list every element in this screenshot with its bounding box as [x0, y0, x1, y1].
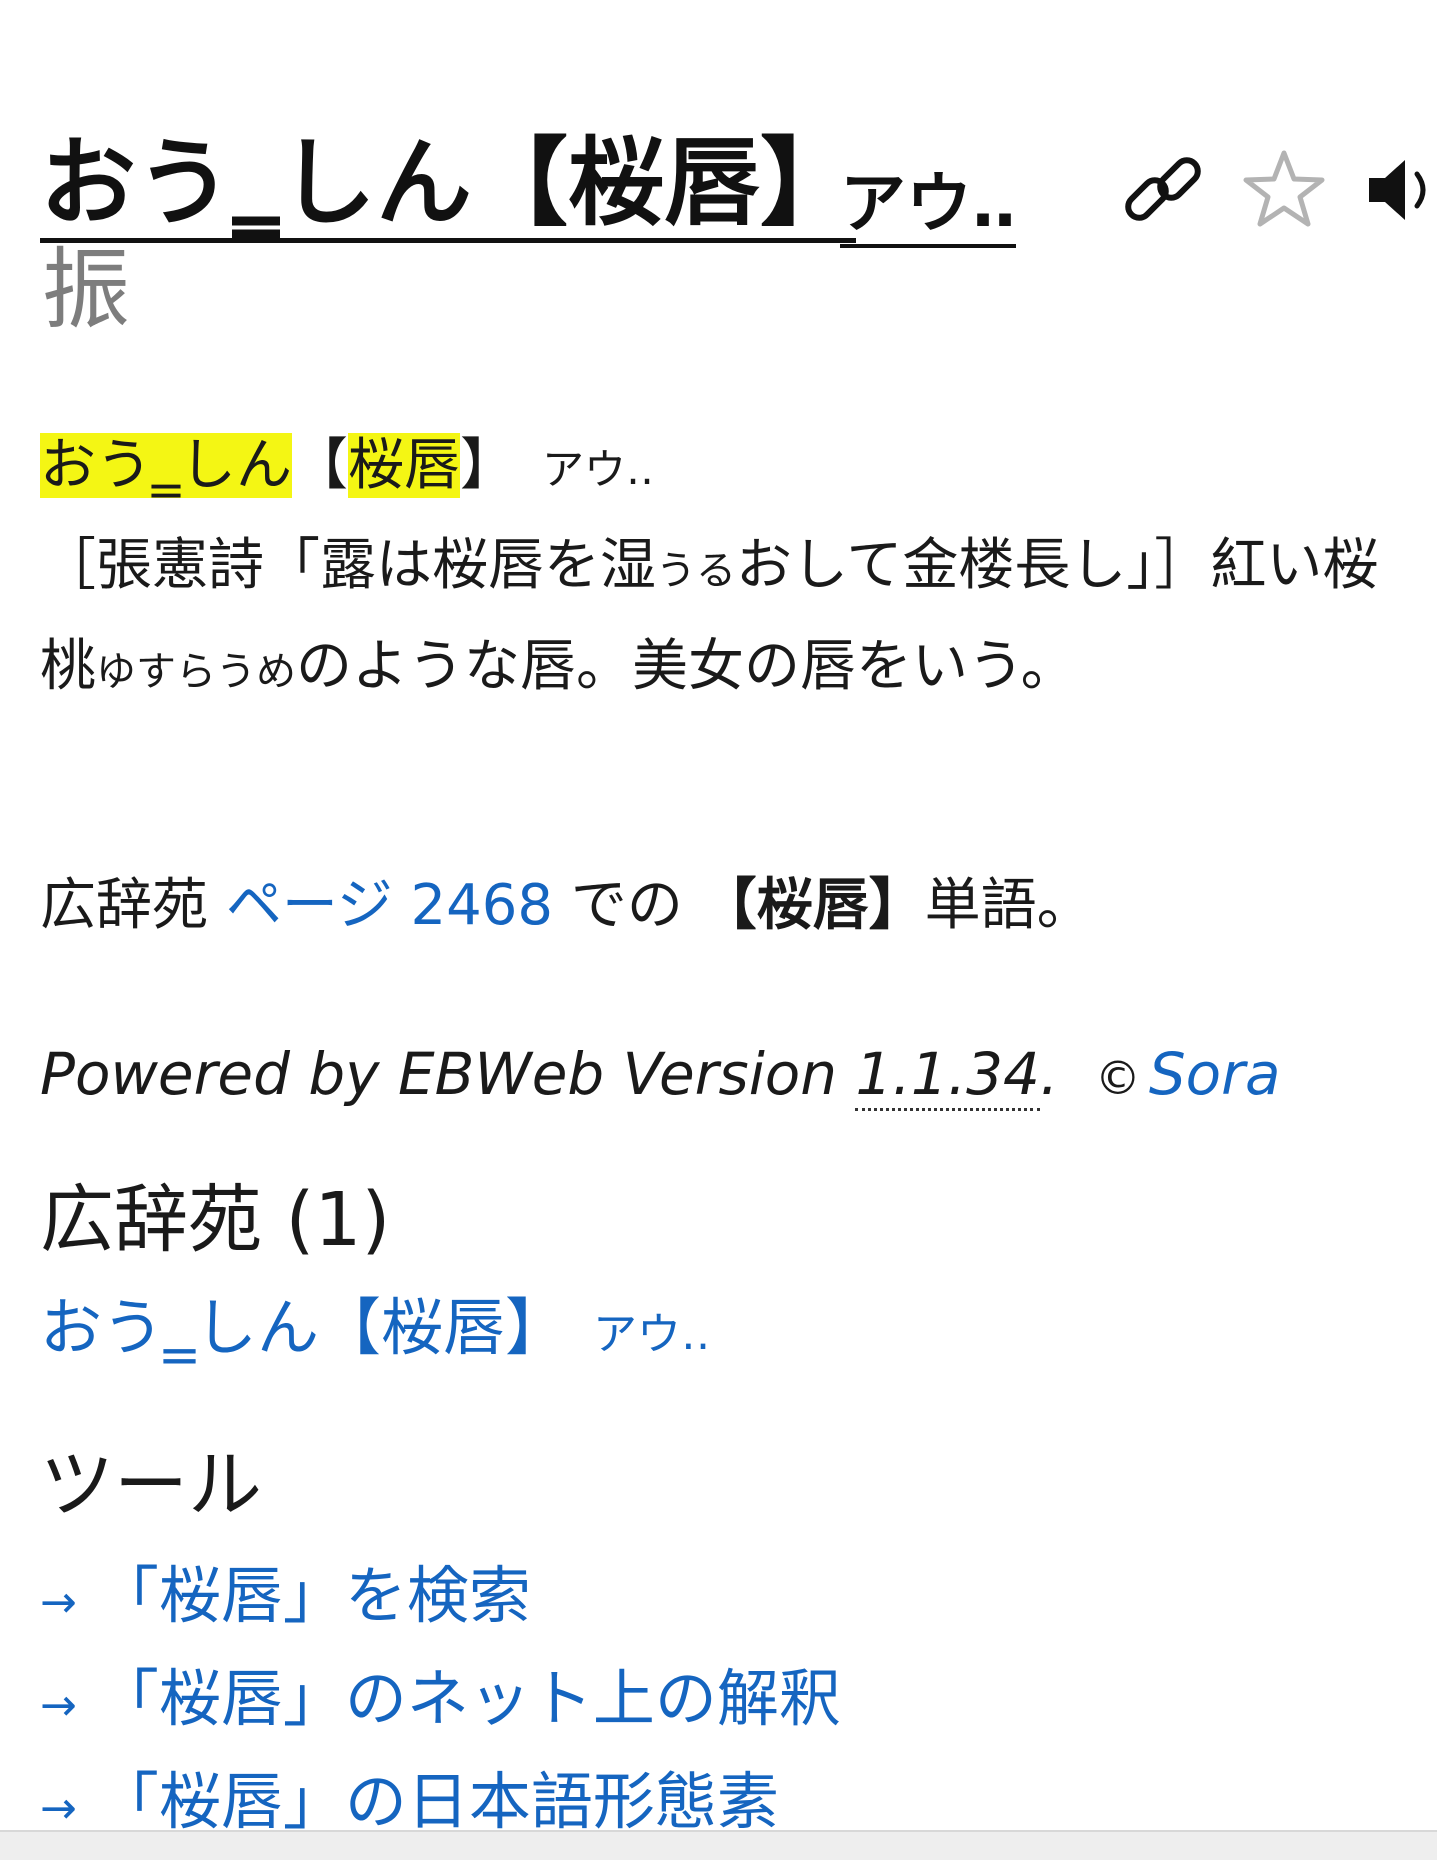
- arrow-right-icon: →: [40, 1577, 77, 1628]
- entry-content: おう‗しん【桜唇】 アウ‥ ［張憲詩「露は桜唇を湿うるおして金楼長し」］紅い桜桃ゆ…: [40, 418, 1400, 720]
- page: おう‗しん【桜唇】 アウ‥ 振 おう‗しん【桜唇】 アウ‥ ［張憲詩「露は桜唇を…: [0, 0, 1437, 1860]
- bottom-bar: [0, 1830, 1437, 1860]
- page-link[interactable]: ページ 2468: [226, 873, 553, 938]
- powered-by: Powered by EBWeb Version 1.1.34. © Sora: [40, 1034, 1281, 1118]
- tools-list: → 「桜唇」を検索 → 「桜唇」のネット上の解釈 → 「桜唇」の日本語形態素: [40, 1548, 841, 1857]
- result-title: おう‗しん【桜唇】: [40, 1291, 568, 1364]
- ruby-text: ゆすらうめ: [96, 649, 296, 695]
- entry-definition: ［張憲詩「露は桜唇を湿うるおして金楼長し」］紅い桜桃ゆすらうめのような唇。美女の…: [40, 518, 1400, 720]
- link-icon[interactable]: [1115, 142, 1211, 238]
- furigana-character: 振: [42, 238, 131, 341]
- tool-search-link[interactable]: → 「桜唇」を検索: [40, 1548, 841, 1651]
- dictionary-name: 広辞苑: [40, 873, 208, 938]
- headword-reading: アウ‥: [542, 445, 655, 494]
- tool-label: 「桜唇」のネット上の解釈: [96, 1662, 841, 1735]
- page-info-suffix: 単語。: [924, 873, 1093, 938]
- arrow-right-icon: →: [40, 1680, 77, 1731]
- page-info-word: 【桜唇】: [700, 873, 925, 938]
- definition-part-3: のような唇。美女の唇をいう。: [296, 634, 1077, 699]
- speaker-icon[interactable]: [1361, 150, 1437, 230]
- result-reading: アウ‥: [593, 1309, 711, 1360]
- page-info-text: での: [570, 873, 683, 938]
- entry-title: おう‗しん【桜唇】: [40, 128, 856, 243]
- definition-part-1: ［張憲詩「露は桜唇を湿: [40, 533, 656, 598]
- tool-label: 「桜唇」の日本語形態素: [96, 1765, 779, 1838]
- tool-web-interpretation-link[interactable]: → 「桜唇」のネット上の解釈: [40, 1651, 841, 1754]
- entry-headword: おう‗しん【桜唇】 アウ‥: [40, 418, 1400, 518]
- ruby-text: うる: [656, 548, 736, 594]
- author-link[interactable]: Sora: [1149, 1040, 1281, 1108]
- tools-heading: ツール: [40, 1442, 262, 1528]
- headword-kana: おう‗しん: [40, 433, 292, 498]
- tool-label: 「桜唇」を検索: [96, 1559, 531, 1632]
- headword-kanji: 桜唇: [348, 433, 460, 498]
- version-dot: .: [1039, 1040, 1059, 1108]
- copyright-icon: ©: [1094, 1051, 1141, 1105]
- page-info: 広辞苑 ページ 2468 での 【桜唇】単語。: [40, 866, 1093, 946]
- dictionary-result-link[interactable]: おう‗しん【桜唇】 アウ‥: [40, 1288, 710, 1375]
- version-number: 1.1.34: [855, 1040, 1040, 1111]
- arrow-right-icon: →: [40, 1783, 77, 1834]
- bracket-close: 】: [460, 433, 516, 498]
- entry-title-reading: アウ‥: [840, 164, 1017, 248]
- powered-text: Powered by EBWeb Version: [40, 1040, 838, 1108]
- entry-title-row: おう‗しん【桜唇】 アウ‥: [40, 128, 1426, 248]
- dictionary-heading: 広辞苑 (1): [40, 1177, 391, 1263]
- bracket-open: 【: [292, 433, 348, 498]
- star-icon[interactable]: [1239, 145, 1329, 235]
- title-actions: [1115, 140, 1437, 240]
